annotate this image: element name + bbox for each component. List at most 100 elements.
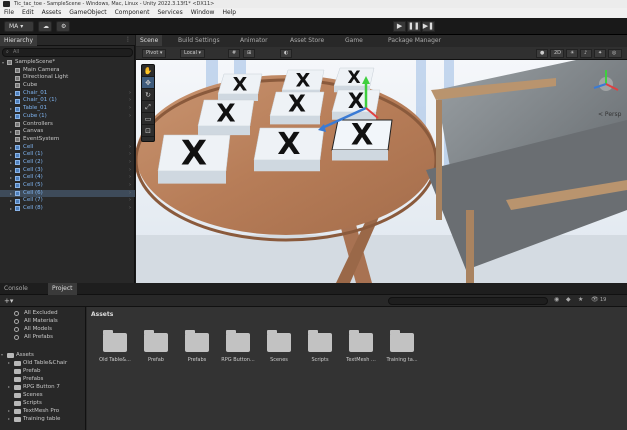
open-prefab-chevron-icon[interactable]: › — [129, 197, 131, 205]
menu-component[interactable]: Component — [111, 8, 154, 18]
open-prefab-chevron-icon[interactable]: › — [129, 105, 131, 113]
hierarchy-item[interactable]: ▸ Cell (5) › — [0, 182, 135, 190]
board-cell[interactable]: X — [197, 98, 255, 136]
collapsed-arrow-icon[interactable]: ▸ — [8, 383, 10, 391]
rect-tool-icon[interactable]: ▭ — [142, 113, 154, 125]
tab-package-manager[interactable]: Package Manager — [384, 35, 445, 46]
hierarchy-item[interactable]: Cube — [0, 82, 135, 90]
label-icon[interactable]: ◆ — [566, 296, 571, 303]
expanded-arrow-icon[interactable]: ▾ — [1, 351, 3, 359]
hierarchy-item[interactable]: ▸ Cell (2) › — [0, 159, 135, 167]
panel-menu-icon[interactable]: ⋮ — [125, 36, 131, 43]
draw-mode-icon[interactable]: ◐ — [280, 49, 292, 58]
asset-folder-item[interactable]: ▸ Training table — [0, 415, 86, 423]
asset-folder-tile[interactable]: TextMesh ... — [341, 327, 381, 377]
pivot-dropdown[interactable]: Pivot ▾ — [142, 49, 167, 58]
step-button[interactable]: ▶❚ — [421, 21, 435, 32]
collapsed-arrow-icon[interactable]: ▸ — [8, 113, 14, 121]
menu-help[interactable]: Help — [218, 8, 240, 18]
collapsed-arrow-icon[interactable]: ▸ — [8, 159, 14, 167]
play-button[interactable]: ▶ — [393, 21, 407, 32]
collapsed-arrow-icon[interactable]: ▸ — [8, 151, 14, 159]
hierarchy-item[interactable]: ▸ Cube (1) › — [0, 113, 135, 121]
asset-folder-tile[interactable]: Old Table&... — [95, 327, 135, 377]
project-search-input[interactable] — [388, 297, 548, 305]
favorite-icon[interactable]: ★ — [578, 296, 583, 303]
tab-console[interactable]: Console — [0, 283, 32, 295]
hierarchy-item[interactable]: Main Camera — [0, 67, 135, 75]
favorite-item[interactable]: All Prefabs — [0, 333, 86, 341]
tab-animator[interactable]: Animator — [236, 35, 272, 46]
open-prefab-chevron-icon[interactable]: › — [129, 205, 131, 213]
open-prefab-chevron-icon[interactable]: › — [129, 182, 131, 190]
tab-asset-store[interactable]: Asset Store — [286, 35, 328, 46]
scene-viewport[interactable]: XXXXXXXXX < Persp — [136, 60, 627, 283]
collapsed-arrow-icon[interactable]: ▸ — [8, 197, 14, 205]
collapsed-arrow-icon[interactable]: ▸ — [8, 144, 14, 152]
collapsed-arrow-icon[interactable]: ▸ — [8, 415, 10, 423]
collapsed-arrow-icon[interactable]: ▸ — [8, 182, 14, 190]
collapsed-arrow-icon[interactable]: ▸ — [8, 190, 14, 198]
asset-folder-item[interactable]: ▸ RPG Button 7 — [0, 383, 86, 391]
tab-hierarchy[interactable]: Hierarchy — [0, 35, 38, 46]
favorite-item[interactable]: All Excluded — [0, 309, 86, 317]
hierarchy-item[interactable]: EventSystem — [0, 136, 135, 144]
board-cell[interactable]: X — [331, 118, 393, 161]
collapsed-arrow-icon[interactable]: ▸ — [8, 407, 10, 415]
menu-window[interactable]: Window — [187, 8, 219, 18]
local-dropdown[interactable]: Local ▾ — [180, 49, 206, 58]
open-prefab-chevron-icon[interactable]: › — [129, 90, 131, 98]
menu-services[interactable]: Services — [153, 8, 186, 18]
asset-folder-item[interactable]: Prefab — [0, 367, 86, 375]
hierarchy-item[interactable]: ▾ SampleScene* — [0, 59, 135, 67]
open-prefab-chevron-icon[interactable]: › — [129, 174, 131, 182]
2d-toggle[interactable]: 2D — [550, 49, 564, 58]
tab-game[interactable]: Game — [341, 35, 367, 46]
hierarchy-item[interactable]: ▸ Table_01 › — [0, 105, 135, 113]
account-button[interactable]: MA ▾ — [4, 21, 34, 32]
audio-icon[interactable]: ♪ — [580, 49, 592, 58]
collapsed-arrow-icon[interactable]: ▸ — [8, 128, 14, 136]
menu-gameobject[interactable]: GameObject — [65, 8, 110, 18]
open-prefab-chevron-icon[interactable]: › — [129, 190, 131, 198]
collapsed-arrow-icon[interactable]: ▸ — [8, 97, 14, 105]
effects-icon[interactable]: ✦ — [594, 49, 606, 58]
hierarchy-item[interactable]: ▸ Cell (7) › — [0, 197, 135, 205]
hierarchy-search-input[interactable]: ⌕ All — [2, 48, 133, 57]
board-cell[interactable]: X — [217, 73, 263, 101]
asset-folder-item[interactable]: ▸ Old Table&Chair — [0, 359, 86, 367]
hierarchy-item[interactable]: ▸ Chair_01 (1) › — [0, 97, 135, 105]
transform-tool-icon[interactable]: ⊡ — [142, 125, 154, 137]
move-tool-icon[interactable]: ✥ — [142, 77, 154, 89]
filter-icon[interactable]: ◉ — [554, 296, 559, 303]
board-cell[interactable]: X — [157, 134, 231, 184]
asset-folder-tile[interactable]: Scripts — [300, 327, 340, 377]
favorite-item[interactable]: All Models — [0, 325, 86, 333]
cloud-icon[interactable]: ☁ — [38, 21, 52, 32]
collapsed-arrow-icon[interactable]: ▸ — [8, 359, 10, 367]
hierarchy-item[interactable]: Directional Light — [0, 74, 135, 82]
open-prefab-chevron-icon[interactable]: › — [129, 144, 131, 152]
lighting-icon[interactable]: ☀ — [566, 49, 578, 58]
hierarchy-item[interactable]: ▸ Cell (8) › — [0, 205, 135, 213]
scale-tool-icon[interactable]: ⤢ — [142, 101, 154, 113]
hierarchy-item[interactable]: ▸ Cell (6) › — [0, 189, 135, 198]
asset-folder-tile[interactable]: Scenes — [259, 327, 299, 377]
hierarchy-item[interactable]: Controllers — [0, 121, 135, 129]
open-prefab-chevron-icon[interactable]: › — [129, 159, 131, 167]
collab-gear-icon[interactable]: ⚙ — [56, 21, 70, 32]
collapsed-arrow-icon[interactable]: ▸ — [8, 174, 14, 182]
hand-tool-icon[interactable]: ✋ — [142, 65, 154, 77]
pause-button[interactable]: ❚❚ — [407, 21, 421, 32]
open-prefab-chevron-icon[interactable]: › — [129, 113, 131, 121]
open-prefab-chevron-icon[interactable]: › — [129, 97, 131, 105]
expanded-arrow-icon[interactable]: ▾ — [0, 59, 6, 67]
board-cell[interactable]: X — [331, 89, 381, 120]
snap-icon[interactable]: ⊞ — [243, 49, 255, 58]
menu-file[interactable]: File — [0, 8, 18, 18]
tab-build-settings[interactable]: Build Settings — [174, 35, 224, 46]
grid-icon[interactable]: # — [228, 49, 240, 58]
collapsed-arrow-icon[interactable]: ▸ — [8, 167, 14, 175]
eye-icon[interactable]: 👁 — [591, 296, 599, 303]
favorite-item[interactable]: All Materials — [0, 317, 86, 325]
